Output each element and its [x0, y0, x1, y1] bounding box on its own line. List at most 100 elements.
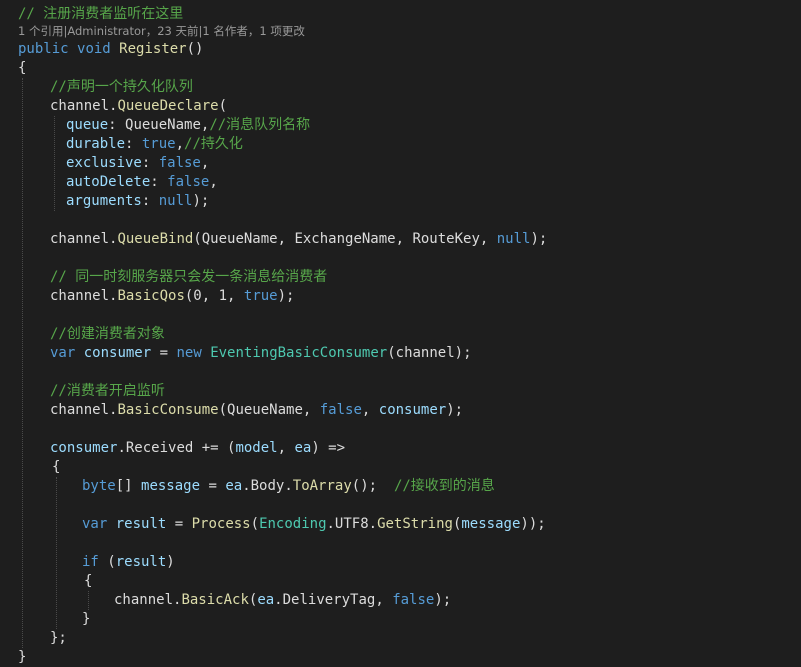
code-line[interactable]: autoDelete: false,	[66, 173, 218, 192]
code-line[interactable]: channel.BasicConsume(QueueName, false, c…	[50, 401, 463, 420]
open-brace[interactable]: {	[18, 59, 26, 78]
code-line[interactable]: channel.BasicAck(ea.DeliveryTag, false);	[114, 591, 451, 610]
code-token: message	[141, 478, 201, 494]
close-brace[interactable]: }	[18, 648, 26, 667]
code-token: consumer	[378, 402, 447, 418]
code-token: .UTF8.	[326, 516, 378, 532]
code-token: channel.	[50, 231, 118, 247]
code-line[interactable]: channel.BasicQos(0, 1, true);	[50, 287, 294, 306]
code-token: // 同一时刻服务器只会发一条消息给消费者	[50, 269, 328, 285]
comment-line[interactable]: //创建消费者对象	[50, 325, 165, 344]
code-token: EventingBasicConsumer	[210, 345, 388, 361]
code-token: :	[141, 193, 159, 209]
code-token: model	[235, 440, 278, 456]
code-token: null	[158, 193, 193, 209]
code-token: }	[18, 649, 27, 665]
code-line[interactable]: if (result)	[82, 553, 175, 572]
code-editor[interactable]: 1 个引用|Administrator，23 天前|1 名作者，1 项更改 //…	[0, 0, 801, 667]
code-token: );	[530, 231, 548, 247]
code-token: result	[115, 554, 167, 570]
code-line[interactable]: byte[] message = ea.Body.ToArray(); //接收…	[82, 477, 495, 496]
code-token: ) =>	[311, 440, 346, 456]
code-token: }	[82, 611, 91, 627]
code-token: BasicAck	[181, 592, 249, 608]
code-token: Encoding	[259, 516, 327, 532]
code-token: new	[176, 345, 202, 361]
codelens-info[interactable]: 1 个引用|Administrator，23 天前|1 名作者，1 项更改	[18, 23, 305, 39]
code-token: (	[218, 98, 228, 114]
code-line[interactable]: exclusive: false,	[66, 154, 209, 173]
code-token: .Received += (	[117, 440, 236, 456]
code-token: GetString	[377, 516, 453, 532]
close-brace[interactable]: }	[82, 610, 90, 629]
code-token: arguments	[66, 193, 142, 209]
open-brace[interactable]: {	[52, 458, 60, 477]
method-signature[interactable]: public void Register()	[18, 40, 203, 59]
code-token: {	[18, 60, 27, 76]
code-token: =	[151, 345, 177, 361]
code-token: =	[166, 516, 192, 532]
code-token: //持久化	[184, 136, 243, 152]
code-token: (	[98, 554, 116, 570]
code-token: Process	[191, 516, 251, 532]
code-token: );	[192, 193, 210, 209]
code-line[interactable]: queue: QueueName,//消息队列名称	[66, 116, 310, 135]
code-token: void	[77, 41, 111, 57]
code-token: (QueueName,	[218, 402, 320, 418]
code-token: (0, 1,	[184, 288, 244, 304]
code-token: //接收到的消息	[393, 478, 495, 494]
code-token: );	[446, 402, 464, 418]
code-token: ea	[257, 592, 275, 608]
code-token: {	[84, 573, 93, 589]
indent-guide	[22, 78, 23, 648]
code-token: BasicConsume	[117, 402, 219, 418]
comment-line[interactable]: // 同一时刻服务器只会发一条消息给消费者	[50, 268, 327, 287]
code-token: .DeliveryTag,	[274, 592, 393, 608]
code-token: channel.	[50, 288, 118, 304]
open-brace[interactable]: {	[84, 572, 92, 591]
code-line[interactable]: consumer.Received += (model, ea) =>	[50, 439, 345, 458]
code-token: consumer	[50, 440, 118, 456]
comment-line[interactable]: //消费者开启监听	[50, 382, 165, 401]
code-token: );	[277, 288, 295, 304]
code-token: var	[82, 516, 108, 532]
code-token: BasicQos	[117, 288, 185, 304]
code-line[interactable]: durable: true,//持久化	[66, 135, 243, 154]
code-line[interactable]: arguments: null);	[66, 192, 209, 211]
code-token: : QueueName,	[108, 117, 210, 133]
code-line[interactable]: channel.QueueBind(QueueName, ExchangeNam…	[50, 230, 547, 249]
code-token: exclusive	[66, 155, 142, 171]
close-brace[interactable]: };	[50, 629, 67, 648]
code-token: queue	[66, 117, 109, 133]
code-token: };	[50, 630, 67, 646]
code-token: ()	[186, 41, 204, 57]
code-token: ,	[277, 440, 295, 456]
code-token: );	[434, 592, 452, 608]
code-token: //声明一个持久化队列	[50, 79, 193, 95]
code-token: )	[166, 554, 175, 570]
code-token: ea	[294, 440, 312, 456]
code-token: public	[18, 41, 69, 57]
code-token: QueueDeclare	[117, 98, 219, 114]
comment-line[interactable]: // 注册消费者监听在这里	[18, 5, 183, 24]
code-token: channel.	[50, 98, 118, 114]
code-token: //消息队列名称	[209, 117, 311, 133]
code-token: null	[496, 231, 531, 247]
indent-guide	[88, 591, 89, 610]
code-line[interactable]: channel.QueueDeclare(	[50, 97, 227, 116]
code-token: ToArray	[292, 478, 352, 494]
code-token: durable	[66, 136, 126, 152]
code-token: (	[250, 516, 260, 532]
code-token: false	[319, 402, 362, 418]
comment-line[interactable]: //声明一个持久化队列	[50, 78, 193, 97]
code-token: byte	[82, 478, 116, 494]
code-line[interactable]: var consumer = new EventingBasicConsumer…	[50, 344, 472, 363]
code-line[interactable]: var result = Process(Encoding.UTF8.GetSt…	[82, 515, 546, 534]
code-token: =	[200, 478, 226, 494]
indent-guide	[56, 477, 57, 629]
